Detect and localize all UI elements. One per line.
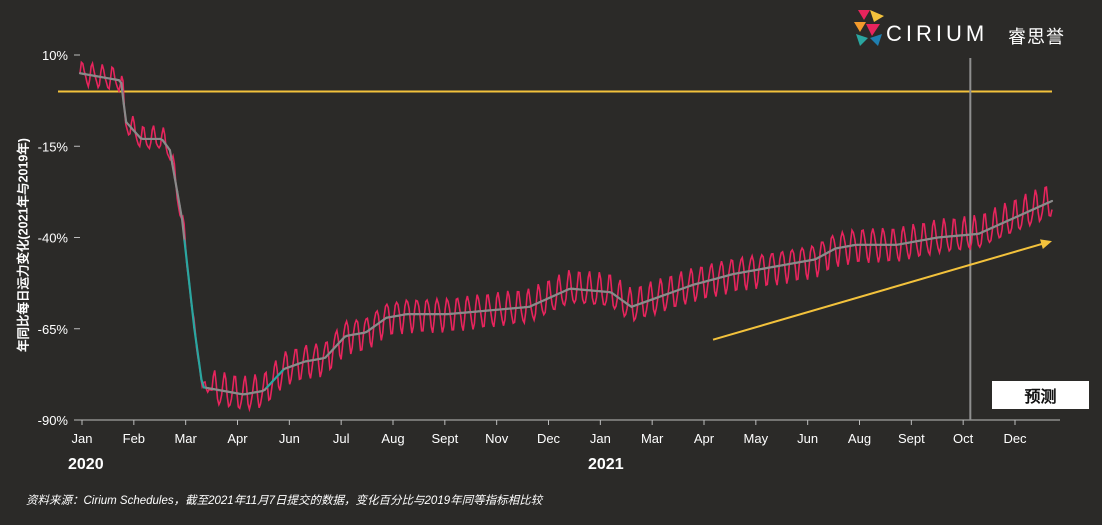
- x-tick-label: Sept: [898, 431, 925, 446]
- y-axis-title: 年同比每日运力变化(2021年与2019年): [16, 138, 31, 352]
- x-tick-label: Jul: [333, 431, 350, 446]
- x-tick-label: Apr: [694, 431, 715, 446]
- y-tick-label: -65%: [38, 322, 69, 337]
- average-line-segment: [173, 176, 179, 193]
- average-line-segment: [197, 361, 203, 381]
- x-tick-label: Sept: [431, 431, 458, 446]
- x-tick-label: Jun: [279, 431, 300, 446]
- x-tick-label: Jan: [72, 431, 93, 446]
- year-label-2020: 2020: [68, 456, 104, 473]
- average-line-segment: [168, 149, 174, 166]
- x-tick-label: Dec: [537, 431, 561, 446]
- x-tick-label: Aug: [381, 431, 404, 446]
- line-chart: Jan Feb Mar Apr Jun Jul Aug Sept Nov Dec Jan Mar Apr…: [38, 48, 1060, 446]
- average-line-segment: [183, 239, 189, 264]
- x-tick-label: Oct: [953, 431, 974, 446]
- y-tick-label: -15%: [38, 139, 69, 154]
- average-line-segment: [195, 344, 201, 364]
- cirium-logo-text: CIRIUM: [886, 21, 989, 46]
- x-tick-label: Dec: [1003, 431, 1027, 446]
- cirium-logo: CIRIUM 睿思誉: [848, 6, 1088, 50]
- average-line-segment: [185, 261, 191, 286]
- x-tick-label: Mar: [174, 431, 197, 446]
- x-tick-label: Feb: [123, 431, 145, 446]
- average-line-segment: [190, 304, 196, 329]
- trend-arrow-head: [1040, 239, 1052, 250]
- daily-capacity-line: [79, 60, 1053, 413]
- y-tick-label: 10%: [42, 48, 68, 63]
- average-line-segment: [193, 326, 198, 347]
- x-tick-label: Jun: [797, 431, 818, 446]
- x-tick-label: Mar: [641, 431, 664, 446]
- y-tick-label: -90%: [38, 413, 69, 428]
- y-axis-ticks: 10% -15% -40% -65% -90%: [38, 48, 80, 428]
- x-tick-label: May: [744, 431, 769, 446]
- cirium-logo-icon: [854, 10, 884, 46]
- average-line-segment: [188, 282, 193, 307]
- trend-arrow: [712, 239, 1052, 341]
- average-line-segment: [122, 102, 128, 124]
- forecast-label: 预测: [992, 381, 1089, 409]
- x-tick-label: Jan: [590, 431, 611, 446]
- source-note: 资料来源：Cirium Schedules，截至2021年11月7日提交的数据，…: [26, 495, 543, 507]
- x-tick-label: Aug: [848, 431, 871, 446]
- year-label-2021: 2021: [588, 456, 624, 473]
- y-tick-label: -40%: [38, 231, 69, 246]
- average-line-segment: [1048, 199, 1054, 204]
- cirium-logo-chinese: 睿思誉: [1008, 27, 1065, 47]
- x-tick-label: Nov: [485, 431, 509, 446]
- x-axis-ticks: Jan Feb Mar Apr Jun Jul Aug Sept Nov Dec Jan Mar Apr…: [72, 420, 1027, 446]
- average-capacity-line: [78, 72, 1054, 396]
- x-tick-label: Apr: [227, 431, 248, 446]
